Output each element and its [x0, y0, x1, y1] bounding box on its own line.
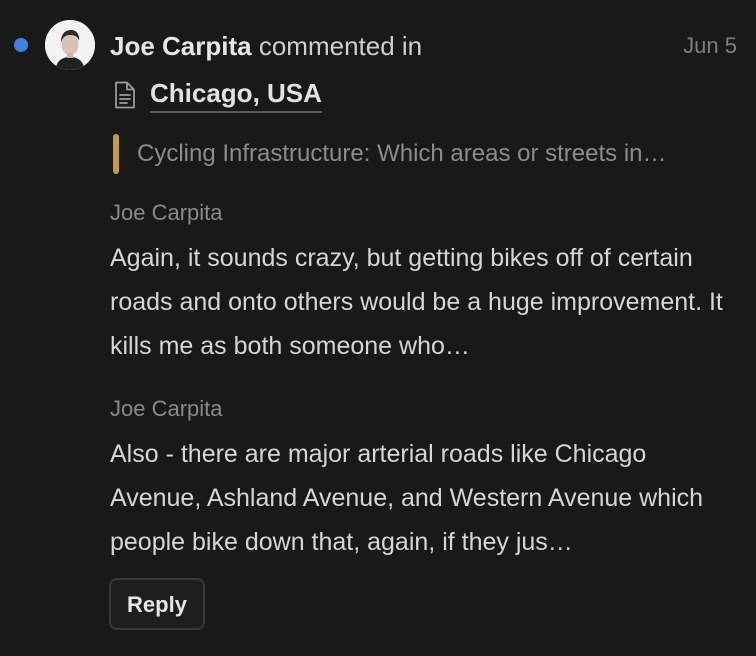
user-portrait-icon — [45, 20, 95, 70]
comment-body: Again, it sounds crazy, but getting bike… — [110, 244, 723, 360]
notification-header: Joe Carpita commented in — [110, 28, 422, 64]
comment-item[interactable]: Joe Carpita Also - there are major arter… — [110, 394, 740, 564]
quote-accent-bar — [113, 134, 119, 174]
comment-notification[interactable]: Joe Carpita commented in Jun 5 Chicago, … — [0, 0, 756, 656]
comment-author: Joe Carpita — [110, 396, 223, 421]
action-text: commented in — [258, 31, 423, 61]
comment-author: Joe Carpita — [110, 200, 223, 225]
comment-body: Also - there are major arterial roads li… — [110, 440, 704, 556]
page-title[interactable]: Chicago, USA — [150, 76, 322, 113]
author-name[interactable]: Joe Carpita — [110, 31, 252, 61]
notification-date: Jun 5 — [683, 33, 737, 58]
quote-text: Cycling Infrastructure: Which areas or s… — [137, 140, 667, 167]
avatar[interactable] — [45, 20, 95, 70]
comment-item[interactable]: Joe Carpita Again, it sounds crazy, but … — [110, 198, 740, 368]
unread-indicator-dot — [14, 38, 28, 52]
quoted-block[interactable]: Cycling Infrastructure: Which areas or s… — [113, 134, 738, 174]
page-icon — [115, 81, 135, 108]
page-link[interactable]: Chicago, USA — [113, 76, 322, 113]
reply-button[interactable]: Reply — [109, 578, 205, 630]
